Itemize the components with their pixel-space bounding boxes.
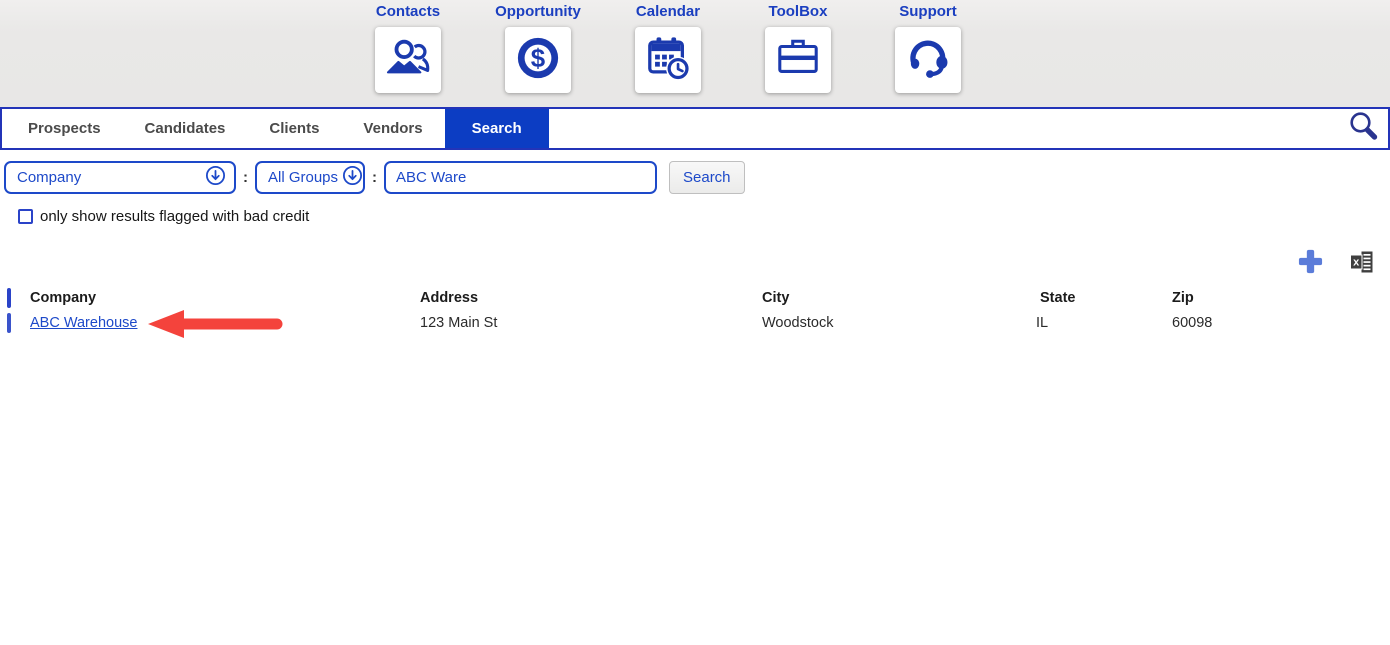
toolbar-item-label: Calendar [635,3,701,20]
section-tabs: Prospects Candidates Clients Vendors Sea… [0,107,1390,150]
company-link[interactable]: ABC Warehouse [30,315,137,331]
results-header-row: Company Address City State Zip [0,288,1390,310]
toolbar-item-toolbox[interactable]: ToolBox [733,4,863,93]
search-button[interactable]: Search [669,161,745,194]
tab-label: Clients [269,120,320,137]
search-filter-bar: Company : All Groups : Search [4,161,745,194]
app-toolbar: Contacts Opportunity $ Calendar ToolBox … [0,0,1390,107]
bad-credit-checkbox[interactable] [18,209,33,224]
toolbar-item-label: Opportunity [495,3,581,20]
column-header-company: Company [30,290,97,306]
opportunity-button[interactable]: $ [505,27,571,93]
column-header-zip: Zip [1172,290,1194,306]
support-headset-icon [905,35,951,86]
select-all-checkbox[interactable] [7,288,11,308]
tab-vendors[interactable]: Vendors [341,109,444,148]
toolbar-item-label: ToolBox [768,3,828,20]
toolbar-item-label: Contacts [375,3,441,20]
plus-icon [1297,248,1324,280]
group-value: All Groups [268,169,339,186]
calendar-clock-icon [645,35,691,86]
export-excel-button[interactable]: x [1350,250,1374,279]
tab-label: Vendors [363,120,423,137]
row-select-checkbox[interactable] [7,313,11,333]
column-header-city: City [762,290,790,306]
circle-arrow-down-icon [205,165,226,190]
search-field-value: Company [17,169,82,186]
column-header-address: Address [420,290,479,306]
red-arrow-annotation [147,309,289,344]
svg-text:$: $ [531,45,546,73]
toolbar-item-opportunity[interactable]: Opportunity $ [473,4,603,93]
svg-text:x: x [1353,256,1360,268]
tab-label: Candidates [144,120,226,137]
opportunity-dollar-icon: $ [515,35,561,86]
tab-prospects[interactable]: Prospects [6,109,123,148]
toolbar-items: Contacts Opportunity $ Calendar ToolBox … [343,4,993,93]
toolbar-item-calendar[interactable]: Calendar [603,4,733,93]
contacts-button[interactable] [375,27,441,93]
separator-colon: : [243,169,248,186]
tab-search[interactable]: Search [444,109,549,148]
support-button[interactable] [895,27,961,93]
magnifier-icon [1347,110,1379,147]
contacts-icon [385,35,431,86]
cell-address: 123 Main St [420,315,498,331]
tab-clients[interactable]: Clients [247,109,341,148]
cell-zip: 60098 [1172,315,1213,331]
group-dropdown[interactable]: All Groups [255,161,365,194]
tab-candidates[interactable]: Candidates [123,109,248,148]
search-field-dropdown[interactable]: Company [4,161,236,194]
bad-credit-label: only show results flagged with bad credi… [40,208,310,225]
search-query-input[interactable] [384,161,657,194]
tab-label: Prospects [28,120,101,137]
calendar-button[interactable] [635,27,701,93]
add-record-button[interactable] [1297,248,1324,280]
excel-icon: x [1350,250,1374,279]
toolbar-item-label: Support [899,3,957,20]
column-header-state: State [1040,290,1076,306]
tab-label: Search [471,120,522,137]
separator-colon: : [372,169,377,186]
toolbar-item-support[interactable]: Support [863,4,993,93]
toolbox-briefcase-icon [775,35,821,86]
result-actions: x [1297,248,1374,280]
cell-city: Woodstock [762,315,834,331]
circle-arrow-down-icon [342,165,363,190]
cell-state: IL [1036,315,1049,331]
toolbar-item-contacts[interactable]: Contacts [343,4,473,93]
quick-search-button[interactable] [1347,109,1388,148]
bad-credit-filter: only show results flagged with bad credi… [18,208,309,225]
toolbox-button[interactable] [765,27,831,93]
crm-search-page: Contacts Opportunity $ Calendar ToolBox … [0,0,1390,645]
